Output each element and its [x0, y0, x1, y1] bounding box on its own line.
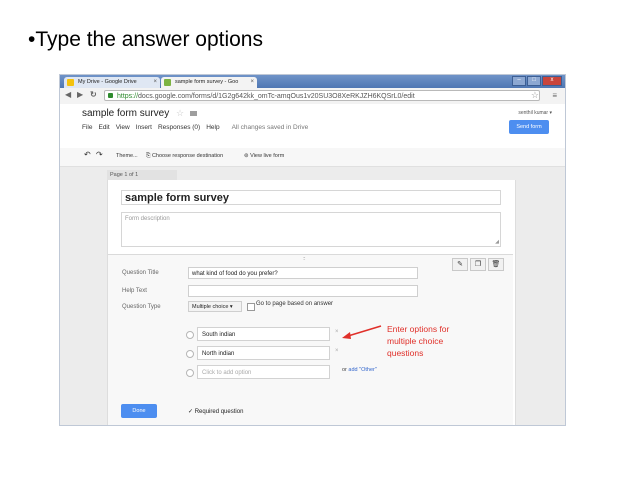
- drag-handle-icon[interactable]: ::::: [303, 256, 305, 262]
- option-radio: [186, 350, 194, 358]
- menu-view[interactable]: View: [116, 124, 130, 131]
- tab-sample-form[interactable]: sample form survey - Goo ×: [161, 77, 257, 88]
- maximize-button[interactable]: □: [527, 76, 541, 86]
- menu-file[interactable]: File: [82, 124, 92, 131]
- required-question-label: Required question: [194, 409, 244, 415]
- reload-icon[interactable]: ↻: [90, 90, 97, 99]
- resize-grip-icon[interactable]: ◢: [495, 239, 499, 245]
- url-text: docs.google.com/forms/d/1G2g642kk_omTc-a…: [138, 93, 415, 100]
- document-title-text[interactable]: sample form survey: [82, 108, 169, 119]
- forward-arrow-icon[interactable]: ▶: [77, 90, 83, 99]
- document-title: sample form survey ☆: [82, 108, 197, 119]
- forms-icon: [164, 79, 171, 86]
- annotation-callout: Enter options for multiple choice questi…: [387, 323, 449, 359]
- choose-destination-button[interactable]: ⎘ Choose response destination: [146, 153, 223, 160]
- form-description-placeholder: Form description: [125, 216, 170, 222]
- theme-button[interactable]: Theme...: [116, 153, 138, 159]
- browser-screenshot: My Drive - Google Drive × sample form su…: [59, 74, 566, 426]
- menu-help[interactable]: Help: [206, 124, 219, 131]
- delete-trash-icon[interactable]: 🗑: [488, 258, 504, 271]
- browser-toolbar: ◀ ▶ ↻ https://docs.google.com/forms/d/1G…: [60, 88, 565, 105]
- required-checkbox[interactable]: ✓: [188, 409, 193, 415]
- lock-icon: [108, 93, 113, 98]
- docs-header: sample form survey ☆ File Edit View Inse…: [60, 104, 565, 149]
- option-input-2[interactable]: North indian: [197, 346, 330, 360]
- user-account[interactable]: senthil kumar ▾: [518, 110, 552, 116]
- menu-insert[interactable]: Insert: [136, 124, 152, 131]
- option-radio: [186, 331, 194, 339]
- star-icon[interactable]: ☆: [176, 108, 184, 118]
- view-live-form-label: View live form: [250, 153, 285, 159]
- add-other-link[interactable]: or add "Other": [342, 367, 377, 373]
- form-description-field[interactable]: Form description ◢: [121, 212, 501, 247]
- annotation-line-2: multiple choice: [387, 336, 444, 346]
- edit-pencil-icon[interactable]: ✎: [452, 258, 468, 271]
- required-question-toggle[interactable]: ✓ Required question: [188, 408, 243, 415]
- close-tab-icon[interactable]: ×: [153, 77, 157, 88]
- question-type-select[interactable]: Multiple choice ▾: [188, 301, 242, 312]
- url-scheme: https://: [117, 93, 139, 100]
- redo-icon[interactable]: ↷: [96, 150, 103, 159]
- menu-bar: File Edit View Insert Responses (0) Help…: [82, 124, 308, 131]
- form-editor-area: Page 1 of 1 sample form survey Form desc…: [60, 167, 565, 425]
- form-title-field[interactable]: sample form survey: [121, 190, 501, 205]
- remove-option-icon[interactable]: ×: [335, 348, 339, 354]
- remove-option-icon[interactable]: ×: [335, 329, 339, 335]
- annotation-line-3: questions: [387, 348, 424, 358]
- back-arrow-icon[interactable]: ◀: [65, 90, 71, 99]
- option-input-1[interactable]: South indian: [197, 327, 330, 341]
- save-status: All changes saved in Drive: [231, 124, 309, 131]
- slide-title: •Type the answer options: [28, 28, 263, 51]
- chrome-menu-icon[interactable]: ≡: [552, 91, 557, 100]
- question-title-input[interactable]: what kind of food do you prefer?: [188, 267, 418, 279]
- undo-icon[interactable]: ↶: [84, 150, 91, 159]
- tab-label: My Drive - Google Drive: [78, 79, 137, 85]
- bookmark-star-icon[interactable]: ☆: [531, 90, 539, 101]
- go-to-page-label: Go to page based on answer: [256, 301, 334, 307]
- annotation-line-1: Enter options for: [387, 324, 450, 334]
- folder-icon[interactable]: [189, 110, 197, 116]
- menu-responses[interactable]: Responses (0): [158, 124, 200, 131]
- question-tools: ✎ ❐ 🗑: [452, 258, 504, 271]
- address-bar[interactable]: https://docs.google.com/forms/d/1G2g642k…: [104, 90, 540, 101]
- drive-icon: [67, 79, 74, 86]
- minimize-button[interactable]: –: [512, 76, 526, 86]
- menu-edit[interactable]: Edit: [98, 124, 109, 131]
- form-toolbar: ↶ ↷ Theme... ⎘ Choose response destinati…: [60, 148, 565, 167]
- option-radio: [186, 369, 194, 377]
- help-text-label: Help Text: [122, 288, 147, 294]
- page-label: Page 1 of 1: [107, 170, 177, 180]
- tab-label: sample form survey - Goo: [175, 79, 239, 85]
- view-live-form-button[interactable]: ⊚ View live form: [244, 153, 284, 159]
- send-form-button[interactable]: Send form: [509, 120, 549, 134]
- go-to-page-checkbox[interactable]: [247, 303, 255, 311]
- close-tab-icon[interactable]: ×: [250, 77, 254, 88]
- window-controls: – □ x: [512, 76, 562, 86]
- done-button[interactable]: Done: [121, 404, 157, 418]
- add-option-input[interactable]: Click to add option: [197, 365, 330, 379]
- question-editor: :::: ✎ ❐ 🗑 Question Title what kind of f…: [108, 254, 513, 425]
- help-text-input[interactable]: [188, 285, 418, 297]
- choose-destination-label: Choose response destination: [151, 153, 224, 159]
- close-window-button[interactable]: x: [542, 76, 562, 86]
- duplicate-icon[interactable]: ❐: [470, 258, 486, 271]
- add-other-label[interactable]: add "Other": [348, 367, 376, 373]
- tab-strip: My Drive - Google Drive × sample form su…: [60, 75, 565, 88]
- question-title-label: Question Title: [122, 270, 159, 276]
- form-card: sample form survey Form description ◢ ::…: [107, 180, 516, 425]
- or-label: or: [342, 367, 347, 373]
- tab-google-drive[interactable]: My Drive - Google Drive ×: [64, 77, 160, 88]
- question-type-label: Question Type: [122, 304, 161, 310]
